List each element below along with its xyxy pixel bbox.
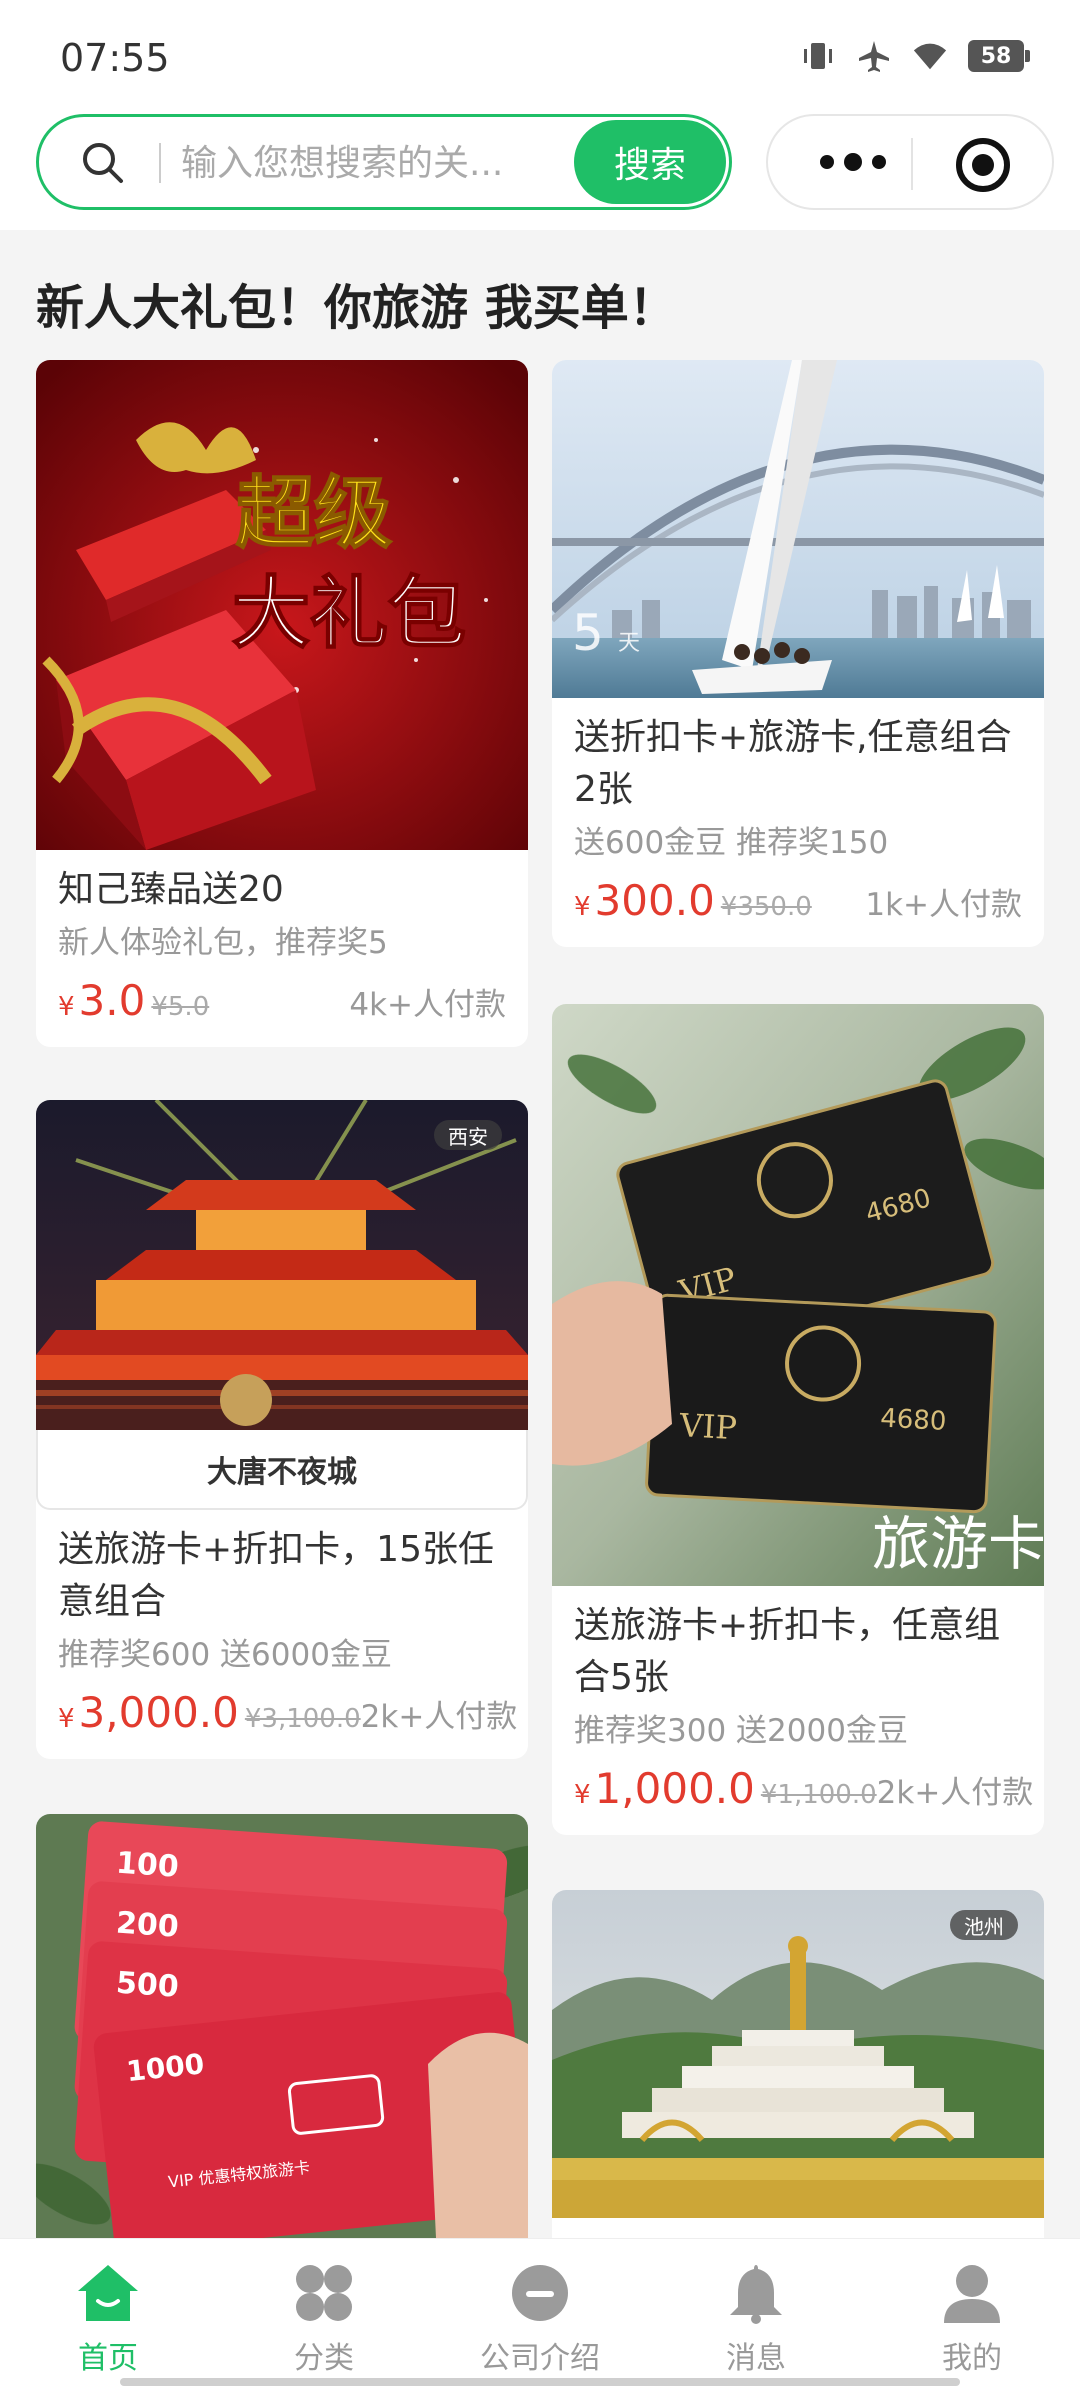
tab-label: 分类 <box>294 2341 354 2376</box>
price-row: ¥ 3,000.0 ¥3,100.0 2k+人付款 <box>58 1688 517 1737</box>
status-icons: 58 <box>800 38 1030 74</box>
sailing-overlay-unit: 天 <box>618 631 640 656</box>
battery-level: 58 <box>980 43 1012 69</box>
old-price: ¥3,100.0 <box>244 1704 361 1734</box>
product-image-gift: 超级 大礼包 <box>36 360 528 850</box>
sales-count: 1k+人付款 <box>865 887 1022 923</box>
tab-label: 公司介绍 <box>480 2341 600 2376</box>
card-body: 送旅游卡+折扣卡，任意组合5张 推荐奖300 送2000金豆 ¥ 1,000.0… <box>552 1586 1044 1835</box>
product-card-sailing[interactable]: 5 天 送折扣卡+旅游卡,任意组合2张 送600金豆 推荐奖150 ¥ 300.… <box>552 360 1044 947</box>
price: 1,000.0 <box>594 1764 755 1813</box>
product-subtitle: 推荐奖300 送2000金豆 <box>574 1713 908 1749</box>
currency-symbol: ¥ <box>574 1780 591 1810</box>
battery-icon: 58 <box>968 40 1030 72</box>
close-target-icon[interactable] <box>956 138 1010 192</box>
category-icon <box>296 2265 352 2321</box>
tab-messages[interactable]: 消息 <box>648 2239 864 2388</box>
capsule-divider <box>911 138 913 190</box>
product-image-redcards: 100 200 500 1000 VIP 优惠特权旅游卡 <box>36 1814 528 2238</box>
header: 搜索 <box>0 110 1080 230</box>
price: 3,000.0 <box>78 1688 239 1737</box>
redcard-value-2: 200 <box>115 1906 180 1945</box>
sales-count: 2k+人付款 <box>876 1775 1034 1811</box>
tab-category[interactable]: 分类 <box>216 2239 432 2388</box>
tab-label: 我的 <box>942 2341 1002 2376</box>
card-body: 知己臻品送20 新人体验礼包，推荐奖5 ¥ 3.0 ¥5.0 4k+人付款 <box>36 850 528 1047</box>
old-price: ¥5.0 <box>151 992 210 1022</box>
product-card-redcards[interactable]: 100 200 500 1000 VIP 优惠特权旅游卡 <box>36 1814 528 2238</box>
product-title: 送折扣卡+旅游卡,任意组合2张 <box>574 717 1012 810</box>
old-price: ¥350.0 <box>720 892 812 922</box>
search-bar[interactable]: 搜索 <box>36 114 732 210</box>
product-card-chizhou[interactable]: 池州 <box>552 1890 1044 2238</box>
tab-company[interactable]: 公司介绍 <box>432 2239 648 2388</box>
product-image-sailing: 5 天 <box>552 360 1044 698</box>
section-title: 新人大礼包！你旅游 我买单！ <box>36 280 677 336</box>
product-title: 送旅游卡+折扣卡，任意组合5张 <box>574 1605 1001 1698</box>
price-row: ¥ 1,000.0 ¥1,100.0 2k+人付款 <box>574 1764 1033 1813</box>
mini-program-capsule <box>766 114 1054 210</box>
price: 300.0 <box>594 876 715 925</box>
vip-card-text-2: VIP <box>678 1406 738 1447</box>
card-body: 送旅游卡+折扣卡，15张任意组合 推荐奖600 送6000金豆 ¥ 3,000.… <box>36 1510 528 1759</box>
product-card-vip[interactable]: VIP 4680 VIP 4680 旅游卡 送旅游卡+折扣卡，任意组合5张 推荐… <box>552 1004 1044 1835</box>
sales-count: 2k+人付款 <box>360 1699 518 1735</box>
location-tag: 池州 <box>950 1910 1018 1940</box>
old-price: ¥1,100.0 <box>760 1780 877 1810</box>
card-body: 送折扣卡+旅游卡,任意组合2张 送600金豆 推荐奖150 ¥ 300.0 ¥3… <box>552 698 1044 947</box>
status-time: 07:55 <box>60 36 170 80</box>
tab-home[interactable]: 首页 <box>0 2239 216 2388</box>
image-caption-text: 大唐不夜城 <box>207 1455 357 1490</box>
price: 3.0 <box>78 976 146 1025</box>
product-image-chizhou: 池州 <box>552 1890 1044 2218</box>
product-title: 送旅游卡+折扣卡，15张任意组合 <box>58 1529 494 1622</box>
redcard-value-1: 100 <box>115 1846 180 1885</box>
search-button[interactable]: 搜索 <box>574 120 726 204</box>
vibrate-icon <box>800 38 836 74</box>
airplane-icon <box>856 38 892 74</box>
tab-mine[interactable]: 我的 <box>864 2239 1080 2388</box>
sales-count: 4k+人付款 <box>349 987 506 1023</box>
more-icon[interactable] <box>808 142 898 182</box>
vip-card-number-2: 4680 <box>879 1404 947 1437</box>
sailing-overlay-number: 5 <box>572 604 604 662</box>
product-image-datang: 西安 <box>36 1100 528 1430</box>
product-title: 知己臻品送20 <box>58 869 284 910</box>
gift-image-text-2: 大礼包 <box>232 569 466 659</box>
price-row: ¥ 3.0 ¥5.0 4k+人付款 <box>58 976 506 1025</box>
product-subtitle: 送600金豆 推荐奖150 <box>574 825 889 861</box>
product-subtitle: 推荐奖600 送6000金豆 <box>58 1637 392 1673</box>
tab-bar: 首页 分类 公司介绍 消息 我的 <box>0 2238 1080 2388</box>
user-icon <box>944 2265 1000 2323</box>
search-divider <box>159 143 161 183</box>
currency-symbol: ¥ <box>574 892 591 922</box>
image-caption: 大唐不夜城 <box>36 1430 528 1510</box>
currency-symbol: ¥ <box>58 992 75 1022</box>
product-image-vip: VIP 4680 VIP 4680 旅游卡 <box>552 1004 1044 1586</box>
status-bar: 07:55 58 <box>0 0 1080 110</box>
product-subtitle: 新人体验礼包，推荐奖5 <box>58 925 388 961</box>
gift-image-text-1: 超级 <box>236 469 392 559</box>
wifi-icon <box>912 38 948 74</box>
currency-symbol: ¥ <box>58 1704 75 1734</box>
tab-label: 消息 <box>726 2341 786 2376</box>
bell-icon <box>730 2265 782 2324</box>
product-card-datang[interactable]: 西安 大唐不夜城 送旅游卡+折扣卡，15张任意组合 推荐奖600 送6000金豆… <box>36 1100 528 1759</box>
vip-watermark: 旅游卡 <box>872 1510 1044 1578</box>
search-input[interactable] <box>181 133 581 193</box>
home-icon <box>78 2265 138 2321</box>
price-row: ¥ 300.0 ¥350.0 1k+人付款 <box>574 876 1022 925</box>
location-tag: 西安 <box>434 1120 502 1150</box>
product-card-gift[interactable]: 超级 大礼包 知己臻品送20 新人体验礼包，推荐奖5 ¥ 3.0 ¥5.0 4k… <box>36 360 528 1047</box>
search-icon <box>83 143 123 183</box>
tab-label: 首页 <box>78 2341 138 2376</box>
company-icon <box>512 2265 568 2321</box>
home-indicator <box>120 2378 960 2386</box>
redcard-value-3: 500 <box>115 1966 180 2005</box>
